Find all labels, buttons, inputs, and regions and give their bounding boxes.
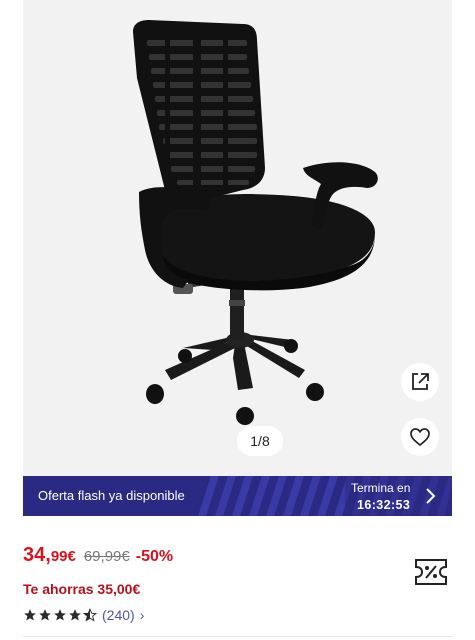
- price-row: 34,99€ 69,99€ -50%: [23, 544, 173, 570]
- share-button[interactable]: [401, 363, 439, 401]
- star-rating: [23, 608, 97, 622]
- star-icon: [24, 609, 36, 621]
- reviews-chevron-icon[interactable]: ›: [140, 607, 145, 623]
- flash-ends-label: Termina en: [351, 481, 411, 495]
- star-icon: [39, 609, 51, 621]
- product-gallery[interactable]: 1/8: [23, 0, 452, 476]
- star-icon: [54, 609, 66, 621]
- star-icon: [69, 609, 81, 621]
- chevron-right-icon[interactable]: [422, 486, 438, 506]
- coupon-icon: [415, 559, 447, 585]
- flash-sale-banner[interactable]: Oferta flash ya disponible Termina en 16…: [23, 476, 452, 516]
- divider: [23, 636, 452, 637]
- favorite-button[interactable]: [401, 418, 439, 456]
- flash-countdown: 16:32:53: [357, 498, 411, 512]
- half-star-icon: [83, 608, 97, 622]
- image-counter: 1/8: [237, 426, 283, 456]
- savings-text: Te ahorras 35,00€: [23, 581, 141, 597]
- original-price: 69,99€: [83, 548, 130, 565]
- product-image[interactable]: [93, 18, 383, 428]
- current-price: 34,99€: [23, 544, 76, 567]
- coupon-button[interactable]: [413, 556, 449, 588]
- discount-badge: -50%: [135, 548, 174, 565]
- rating-row[interactable]: (240) ›: [23, 606, 144, 624]
- current-price-decimal: 99€: [50, 548, 76, 565]
- share-external-icon: [412, 373, 429, 390]
- review-count[interactable]: (240): [102, 607, 135, 623]
- current-price-integer: 34,: [23, 544, 51, 566]
- heart-icon: [410, 428, 430, 447]
- flash-sale-label: Oferta flash ya disponible: [38, 488, 185, 503]
